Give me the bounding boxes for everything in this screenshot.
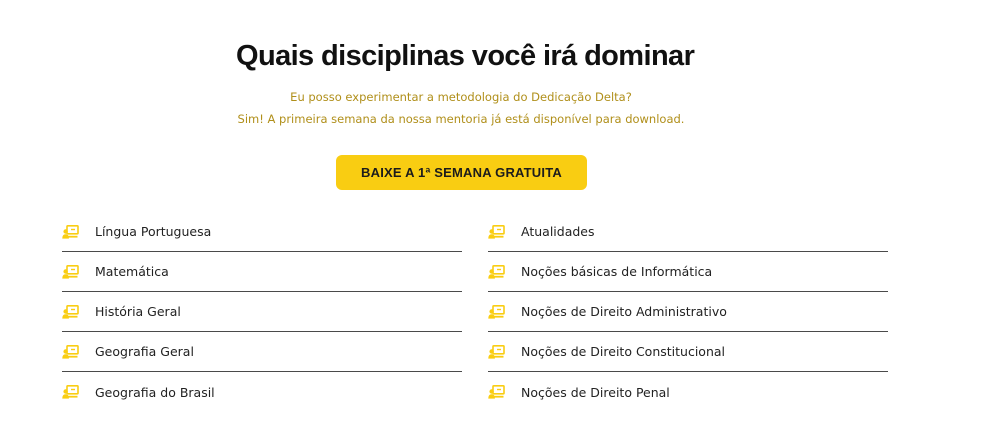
subject-item: Matemática [62, 252, 462, 292]
subject-item: Noções de Direito Penal [488, 372, 888, 412]
subject-label: Geografia do Brasil [95, 384, 215, 400]
teacher-board-icon [488, 304, 505, 319]
teacher-board-icon [488, 344, 505, 359]
teacher-board-icon [488, 224, 505, 239]
subject-label: Noções de Direito Administrativo [521, 304, 727, 319]
subject-label: Noções de Direito Constitucional [521, 344, 725, 359]
subject-item: História Geral [62, 292, 462, 332]
teacher-board-icon [488, 264, 505, 279]
teacher-board-icon [62, 304, 79, 319]
teacher-board-icon [62, 385, 79, 399]
subject-label: Matemática [95, 264, 169, 279]
subject-label: História Geral [95, 304, 181, 319]
subject-label: Noções de Direito Penal [521, 384, 670, 400]
teacher-board-icon [62, 344, 79, 359]
subject-item: Noções básicas de Informática [488, 252, 888, 292]
subject-label: Língua Portuguesa [95, 224, 212, 239]
subject-item: Geografia do Brasil [62, 372, 462, 412]
subjects-list-left: Língua Portuguesa Matemática História Ge… [62, 212, 462, 412]
download-free-week-button[interactable]: BAIXE A 1ª SEMANA GRATUITA [336, 155, 587, 190]
subtitle-answer: Sim! A primeira semana da nossa mentoria… [237, 112, 685, 126]
subject-label: Noções básicas de Informática [521, 264, 713, 279]
subject-item: Noções de Direito Administrativo [488, 292, 888, 332]
subjects-list-right: Atualidades Noções básicas de Informátic… [488, 212, 888, 412]
subject-item: Língua Portuguesa [62, 212, 462, 252]
subtitle-question: Eu posso experimentar a metodologia do D… [290, 90, 632, 104]
subject-item: Atualidades [488, 212, 888, 252]
subject-item: Geografia Geral [62, 332, 462, 372]
subject-label: Geografia Geral [95, 344, 194, 359]
teacher-board-icon [62, 224, 79, 239]
subject-label: Atualidades [521, 224, 595, 239]
teacher-board-icon [488, 385, 505, 399]
page-title: Quais disciplinas você irá dominar [236, 40, 695, 72]
teacher-board-icon [62, 264, 79, 279]
subject-item: Noções de Direito Constitucional [488, 332, 888, 372]
